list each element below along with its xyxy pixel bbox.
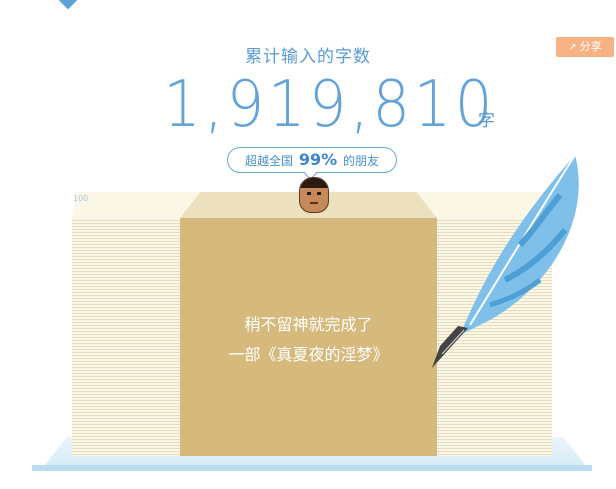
rank-prefix: 超越全国 — [245, 154, 294, 168]
word-count: 1,919,810 — [163, 68, 496, 142]
quill-pen-icon — [432, 154, 579, 368]
box-message: 稍不留神就完成了 一部《真夏夜的淫梦》 — [180, 310, 437, 370]
box-message-line1: 稍不留神就完成了 — [244, 315, 373, 334]
page-title: 累计输入的字数 — [245, 47, 371, 67]
word-count-unit: 字 — [478, 111, 495, 131]
rank-suffix: 的朋友 — [342, 154, 379, 168]
box-message-line2: 一部《真夏夜的淫梦》 — [228, 345, 389, 364]
avatar — [299, 177, 329, 213]
paper-stack-label: 100 — [73, 194, 89, 203]
rank-percent: 99% — [298, 150, 338, 169]
rank-badge: 超越全国 99% 的朋友 — [227, 147, 397, 173]
platform-edge — [32, 465, 592, 471]
top-indicator — [56, 0, 80, 10]
